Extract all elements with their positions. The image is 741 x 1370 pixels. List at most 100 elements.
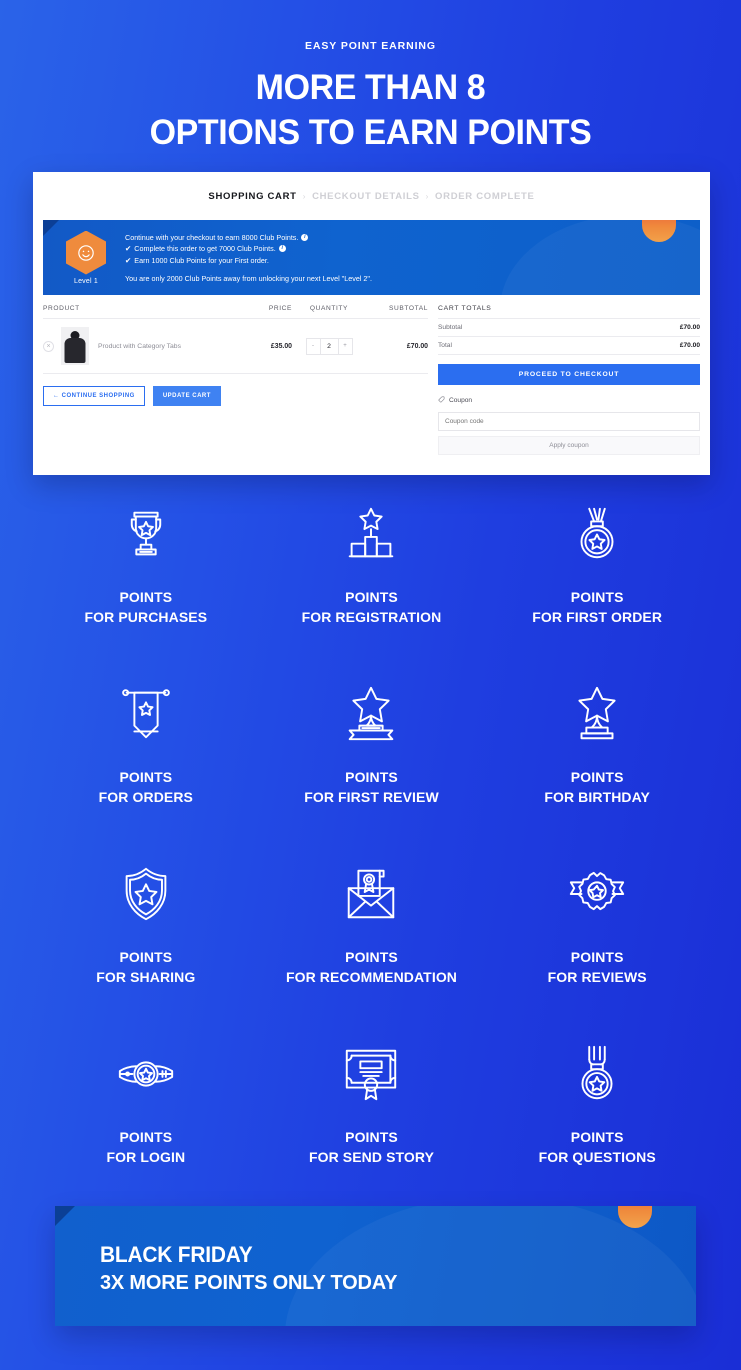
black-friday-banner[interactable]: BLACK FRIDAY 3X MORE POINTS ONLY TODAY bbox=[55, 1206, 696, 1326]
feature-label-line1: POINTS bbox=[570, 1129, 624, 1145]
promo-subtitle: 3X MORE POINTS ONLY TODAY bbox=[100, 1272, 398, 1294]
smiley-face-icon bbox=[66, 230, 106, 275]
feature-label-line1: POINTS bbox=[570, 769, 624, 785]
feature-label: POINTS FOR FIRST ORDER bbox=[532, 587, 662, 627]
info-icon[interactable]: i bbox=[278, 245, 286, 253]
product-name[interactable]: Product with Category Tabs bbox=[98, 343, 234, 350]
totals-label-total: Total bbox=[438, 342, 452, 349]
feature-label-line2: FOR BIRTHDAY bbox=[544, 789, 650, 806]
coupon-input[interactable] bbox=[438, 412, 700, 431]
banner-star-icon bbox=[115, 675, 177, 753]
column-header-product: PRODUCT bbox=[43, 305, 80, 312]
cart-totals-panel: CART TOTALS Subtotal £70.00 Total £70.00… bbox=[438, 305, 700, 455]
feature-label: POINTS FOR SHARING bbox=[96, 947, 195, 987]
feature-label-line2: FOR FIRST REVIEW bbox=[304, 789, 439, 806]
proceed-to-checkout-button[interactable]: PROCEED TO CHECKOUT bbox=[438, 364, 700, 385]
feature-label: POINTS FOR ORDERS bbox=[99, 767, 193, 807]
feature-item-reviews: POINTS FOR REVIEWS bbox=[484, 855, 710, 1035]
page-title: MORE THAN 8 OPTIONS TO EARN POINTS bbox=[11, 66, 730, 156]
info-icon[interactable]: i bbox=[301, 233, 309, 241]
check-icon: ✔ bbox=[125, 243, 132, 253]
feature-label: POINTS FOR LOGIN bbox=[106, 1127, 185, 1167]
feature-label-line2: FOR SHARING bbox=[96, 969, 196, 986]
feature-label-line1: POINTS bbox=[345, 949, 398, 965]
feature-label: POINTS FOR RECOMMENDATION bbox=[286, 947, 457, 987]
feature-label: POINTS FOR BIRTHDAY bbox=[544, 767, 650, 807]
star-trophy-ribbon-icon bbox=[340, 675, 402, 753]
update-cart-button[interactable]: UPDATE CART bbox=[152, 386, 221, 406]
continue-shopping-button[interactable]: ← CONTINUE SHOPPING bbox=[43, 386, 145, 406]
totals-row-subtotal: Subtotal £70.00 bbox=[438, 319, 700, 337]
feature-item-first-order: POINTS FOR FIRST ORDER bbox=[484, 495, 710, 675]
table-row: × Product with Category Tabs £35.00 - 2 … bbox=[43, 319, 428, 374]
star-pedestal-icon bbox=[566, 675, 628, 753]
feature-item-questions: POINTS FOR QUESTIONS bbox=[484, 1035, 710, 1215]
feature-label-line1: POINTS bbox=[570, 949, 624, 965]
loyalty-messages: Continue with your checkout to earn 8000… bbox=[123, 232, 372, 283]
loyalty-line-2: ✔ Complete this order to get 7000 Club P… bbox=[125, 243, 372, 255]
hero-eyebrow: EASY POINT EARNING bbox=[305, 40, 436, 52]
totals-row-total: Total £70.00 bbox=[438, 337, 700, 355]
feature-label: POINTS FOR REGISTRATION bbox=[302, 587, 442, 627]
check-icon: ✔ bbox=[125, 255, 132, 265]
product-thumbnail[interactable] bbox=[61, 327, 89, 365]
product-subtotal: £70.00 bbox=[406, 342, 428, 350]
feature-item-send-story: POINTS FOR SEND STORY bbox=[259, 1035, 485, 1215]
loyalty-line-1-text: Continue with your checkout to earn 8000… bbox=[125, 232, 299, 242]
certificate-seal-icon bbox=[340, 1035, 402, 1113]
breadcrumb-item-checkout-details[interactable]: CHECKOUT DETAILS bbox=[312, 191, 420, 202]
feature-label-line1: POINTS bbox=[119, 1129, 173, 1145]
feature-label-line1: POINTS bbox=[345, 769, 398, 785]
chevron-right-icon: › bbox=[302, 191, 307, 201]
breadcrumb: SHOPPING CART › CHECKOUT DETAILS › ORDER… bbox=[33, 172, 710, 220]
feature-label-line2: FOR REVIEWS bbox=[547, 969, 647, 986]
quantity-decrement-button[interactable]: - bbox=[307, 339, 320, 354]
quantity-stepper[interactable]: - 2 + bbox=[305, 337, 353, 355]
chevron-right-icon: › bbox=[425, 191, 430, 201]
ribbon-decoration-icon bbox=[642, 220, 676, 242]
quantity-stepper-cell: - 2 + bbox=[292, 337, 366, 355]
envelope-certificate-icon bbox=[340, 855, 402, 933]
apply-coupon-button[interactable]: Apply coupon bbox=[438, 436, 700, 455]
rosette-star-icon bbox=[566, 855, 628, 933]
feature-label-line2: FOR RECOMMENDATION bbox=[285, 969, 458, 986]
level-label: Level 1 bbox=[74, 277, 98, 285]
breadcrumb-item-order-complete[interactable]: ORDER COMPLETE bbox=[435, 191, 535, 202]
feature-item-sharing: POINTS FOR SHARING bbox=[33, 855, 259, 1035]
feature-label-line2: FOR FIRST ORDER bbox=[532, 609, 663, 626]
promo-text: BLACK FRIDAY 3X MORE POINTS ONLY TODAY bbox=[55, 1206, 696, 1295]
quantity-input[interactable]: 2 bbox=[319, 338, 339, 354]
loyalty-line-2-text: Complete this order to get 7000 Club Poi… bbox=[134, 244, 276, 254]
feature-label-line2: FOR LOGIN bbox=[106, 1149, 186, 1166]
feature-label: POINTS FOR FIRST REVIEW bbox=[304, 767, 439, 807]
breadcrumb-item-shopping-cart[interactable]: SHOPPING CART bbox=[208, 191, 296, 202]
loyalty-banner: Level 1 Continue with your checkout to e… bbox=[43, 220, 700, 295]
feature-label: POINTS FOR SEND STORY bbox=[309, 1127, 434, 1167]
hanging-medal-icon bbox=[566, 1035, 628, 1113]
feature-label: POINTS FOR QUESTIONS bbox=[539, 1127, 656, 1167]
cart-action-buttons: ← CONTINUE SHOPPING UPDATE CART bbox=[43, 374, 428, 406]
totals-value-total: £70.00 bbox=[679, 342, 700, 349]
podium-star-icon bbox=[340, 495, 402, 573]
cart-totals-title: CART TOTALS bbox=[438, 305, 700, 319]
feature-label-line2: FOR REGISTRATION bbox=[301, 609, 442, 626]
column-header-quantity: QUANTITY bbox=[309, 305, 349, 312]
coupon-heading: Coupon bbox=[438, 396, 700, 405]
shield-star-icon bbox=[115, 855, 177, 933]
feature-label: POINTS FOR PURCHASES bbox=[85, 587, 208, 627]
tag-icon bbox=[438, 396, 445, 405]
loyalty-line-1: Continue with your checkout to earn 8000… bbox=[125, 232, 372, 243]
column-header-price: PRICE bbox=[268, 305, 292, 312]
hero-section: EASY POINT EARNING MORE THAN 8 OPTIONS T… bbox=[0, 0, 741, 156]
loyalty-line-3: ✔ Earn 1000 Club Points for your First o… bbox=[125, 255, 372, 267]
feature-label-line2: FOR SEND STORY bbox=[308, 1149, 435, 1166]
coupon-heading-text: Coupon bbox=[449, 397, 473, 404]
column-header-subtotal: SUBTOTAL bbox=[389, 305, 428, 312]
feature-label-line1: POINTS bbox=[119, 949, 173, 965]
remove-item-icon[interactable]: × bbox=[43, 340, 54, 352]
loyalty-footer-text: You are only 2000 Club Points away from … bbox=[125, 274, 372, 284]
trophy-star-icon bbox=[115, 495, 177, 573]
quantity-increment-button[interactable]: + bbox=[339, 339, 352, 354]
hero-title-line2: OPTIONS TO EARN POINTS bbox=[149, 112, 592, 152]
feature-item-login: POINTS FOR LOGIN bbox=[33, 1035, 259, 1215]
